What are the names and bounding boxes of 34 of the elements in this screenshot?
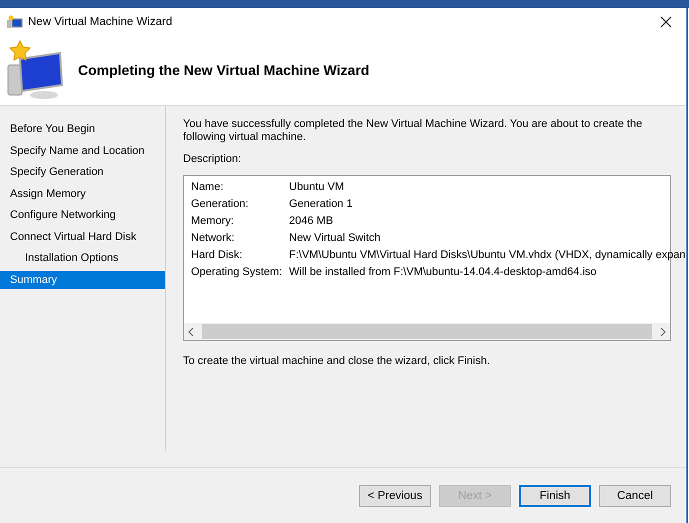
property-label: Network:: [191, 231, 236, 246]
window-title: New Virtual Machine Wizard: [28, 16, 174, 28]
description-label: Description:: [183, 153, 242, 165]
wizard-step[interactable]: Summary: [0, 270, 165, 288]
property-label: Hard Disk:: [191, 248, 244, 263]
property-value: Generation 1: [289, 197, 354, 212]
property-value: 2046 MB: [289, 214, 334, 229]
property-value: New Virtual Switch: [289, 231, 382, 246]
close-icon: [660, 16, 672, 28]
property-label: Generation:: [191, 197, 250, 212]
computer-icon: [7, 14, 23, 28]
wizard-button[interactable]: Finish: [519, 484, 591, 506]
wizard-step[interactable]: Configure Networking: [0, 206, 165, 224]
scroll-left-icon[interactable]: [188, 328, 194, 336]
scrollbar-thumb[interactable]: [202, 324, 652, 339]
wizard-step[interactable]: Specify Generation: [0, 163, 165, 181]
property-value: Ubuntu VM: [289, 180, 346, 195]
wizard-button[interactable]: < Previous: [359, 484, 431, 506]
property-label: Operating System:: [191, 265, 284, 280]
wizard-step[interactable]: Before You Begin: [0, 120, 165, 138]
wizard-step[interactable]: Installation Options: [0, 249, 165, 267]
property-value: F:\VM\Ubuntu VM\Virtual Hard Disks\Ubuntu VM.vhdx (VHDX, dynamically expan: [289, 248, 686, 263]
wizard-button[interactable]: Cancel: [599, 484, 671, 506]
wizard-step[interactable]: Assign Memory: [0, 184, 165, 202]
scroll-right-icon[interactable]: [660, 328, 666, 336]
property-value: Will be installed from F:\VM\ubuntu-14.04.4-desktop-amd64.iso: [289, 265, 598, 280]
property-label: Name:: [191, 180, 224, 195]
horizontal-scrollbar[interactable]: [184, 323, 670, 340]
wizard-step[interactable]: Specify Name and Location: [0, 142, 165, 160]
wizard-step[interactable]: Connect Virtual Hard Disk: [0, 228, 165, 246]
property-label: Memory:: [191, 214, 235, 229]
wizard-heading: Completing the New Virtual Machine Wizard: [78, 62, 370, 78]
intro-text: You have successfully completed the New Virtual Machine Wizard. You are about to create the following virtual machine.: [183, 118, 644, 144]
finish-instruction: To create the virtual machine and close the wizard, click Finish.: [183, 355, 491, 367]
